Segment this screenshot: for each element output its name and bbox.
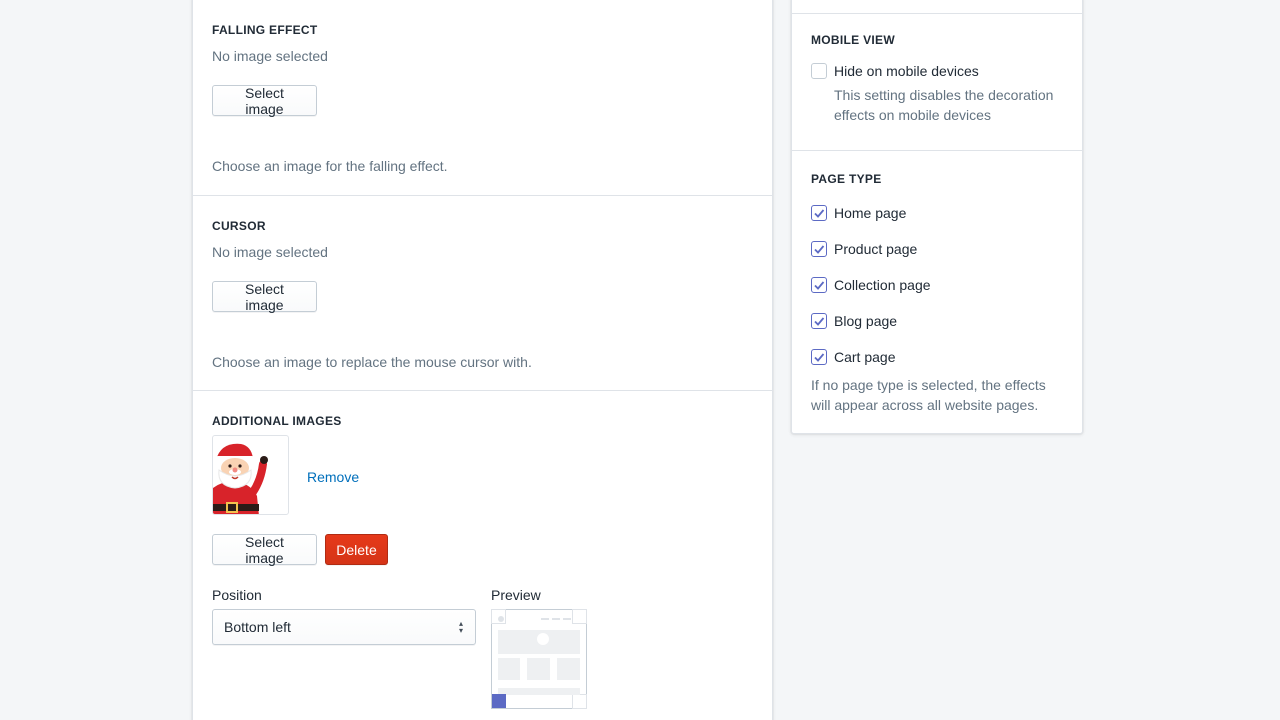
cursor-title: CURSOR [212, 219, 266, 233]
cursor-status: No image selected [212, 244, 328, 260]
page-type-label: Blog page [834, 313, 898, 329]
checkbox-checked-icon[interactable] [811, 205, 827, 221]
page-type-help: If no page type is selected, the effects… [811, 377, 1046, 413]
santa-image [213, 443, 268, 514]
mobile-view-title: MOBILE VIEW [811, 33, 895, 47]
page-type-label: Collection page [834, 277, 931, 293]
checkbox-checked-icon[interactable] [811, 277, 827, 293]
hide-mobile-row[interactable]: Hide on mobile devices [811, 61, 979, 81]
position-select-value: Bottom left [224, 619, 291, 635]
additional-images-title: ADDITIONAL IMAGES [212, 414, 342, 428]
preview-label: Preview [491, 587, 541, 603]
settings-card: FALLING EFFECT No image selected Select … [192, 0, 773, 720]
falling-effect-section: FALLING EFFECT No image selected Select … [193, 0, 772, 195]
page-type-label: Cart page [834, 349, 896, 365]
hide-mobile-label: Hide on mobile devices [834, 63, 979, 79]
cursor-help: Choose an image to replace the mouse cur… [212, 354, 532, 370]
falling-effect-help: Choose an image for the falling effect. [212, 158, 448, 174]
additional-image-thumbnail [212, 435, 289, 515]
page-type-title: PAGE TYPE [811, 172, 882, 186]
page-type-label: Product page [834, 241, 918, 257]
falling-effect-status: No image selected [212, 48, 328, 64]
falling-effect-title: FALLING EFFECT [212, 23, 318, 37]
page-type-row-collection[interactable]: Collection page [811, 275, 931, 295]
cursor-select-button[interactable]: Select image [212, 281, 317, 313]
page-type-row-cart[interactable]: Cart page [811, 347, 895, 367]
page-type-row-blog[interactable]: Blog page [811, 311, 897, 331]
page-type-row-product[interactable]: Product page [811, 239, 917, 259]
checkbox-checked-icon[interactable] [811, 349, 827, 365]
options-card: MOBILE VIEW Hide on mobile devices This … [791, 0, 1083, 434]
page-type-label: Home page [834, 205, 907, 221]
falling-effect-select-button[interactable]: Select image [212, 85, 317, 117]
delete-button[interactable]: Delete [325, 534, 388, 565]
mobile-view-help: This setting disables the decoration eff… [834, 87, 1054, 123]
remove-image-link[interactable]: Remove [307, 469, 359, 485]
checkbox-checked-icon[interactable] [811, 313, 827, 329]
mobile-view-section: MOBILE VIEW Hide on mobile devices This … [792, 13, 1082, 150]
position-label: Position [212, 587, 262, 603]
page-type-row-home[interactable]: Home page [811, 203, 906, 223]
position-select[interactable]: Bottom left ▴ ▾ [212, 609, 476, 645]
page-type-section: PAGE TYPE Home page Product page Collect… [792, 150, 1082, 433]
select-arrows-icon: ▴ ▾ [458, 619, 463, 635]
position-preview [491, 609, 587, 709]
cursor-section: CURSOR No image selected Select image Ch… [193, 195, 772, 390]
additional-select-button[interactable]: Select image [212, 534, 317, 566]
hide-mobile-checkbox[interactable] [811, 63, 827, 79]
checkbox-checked-icon[interactable] [811, 241, 827, 257]
